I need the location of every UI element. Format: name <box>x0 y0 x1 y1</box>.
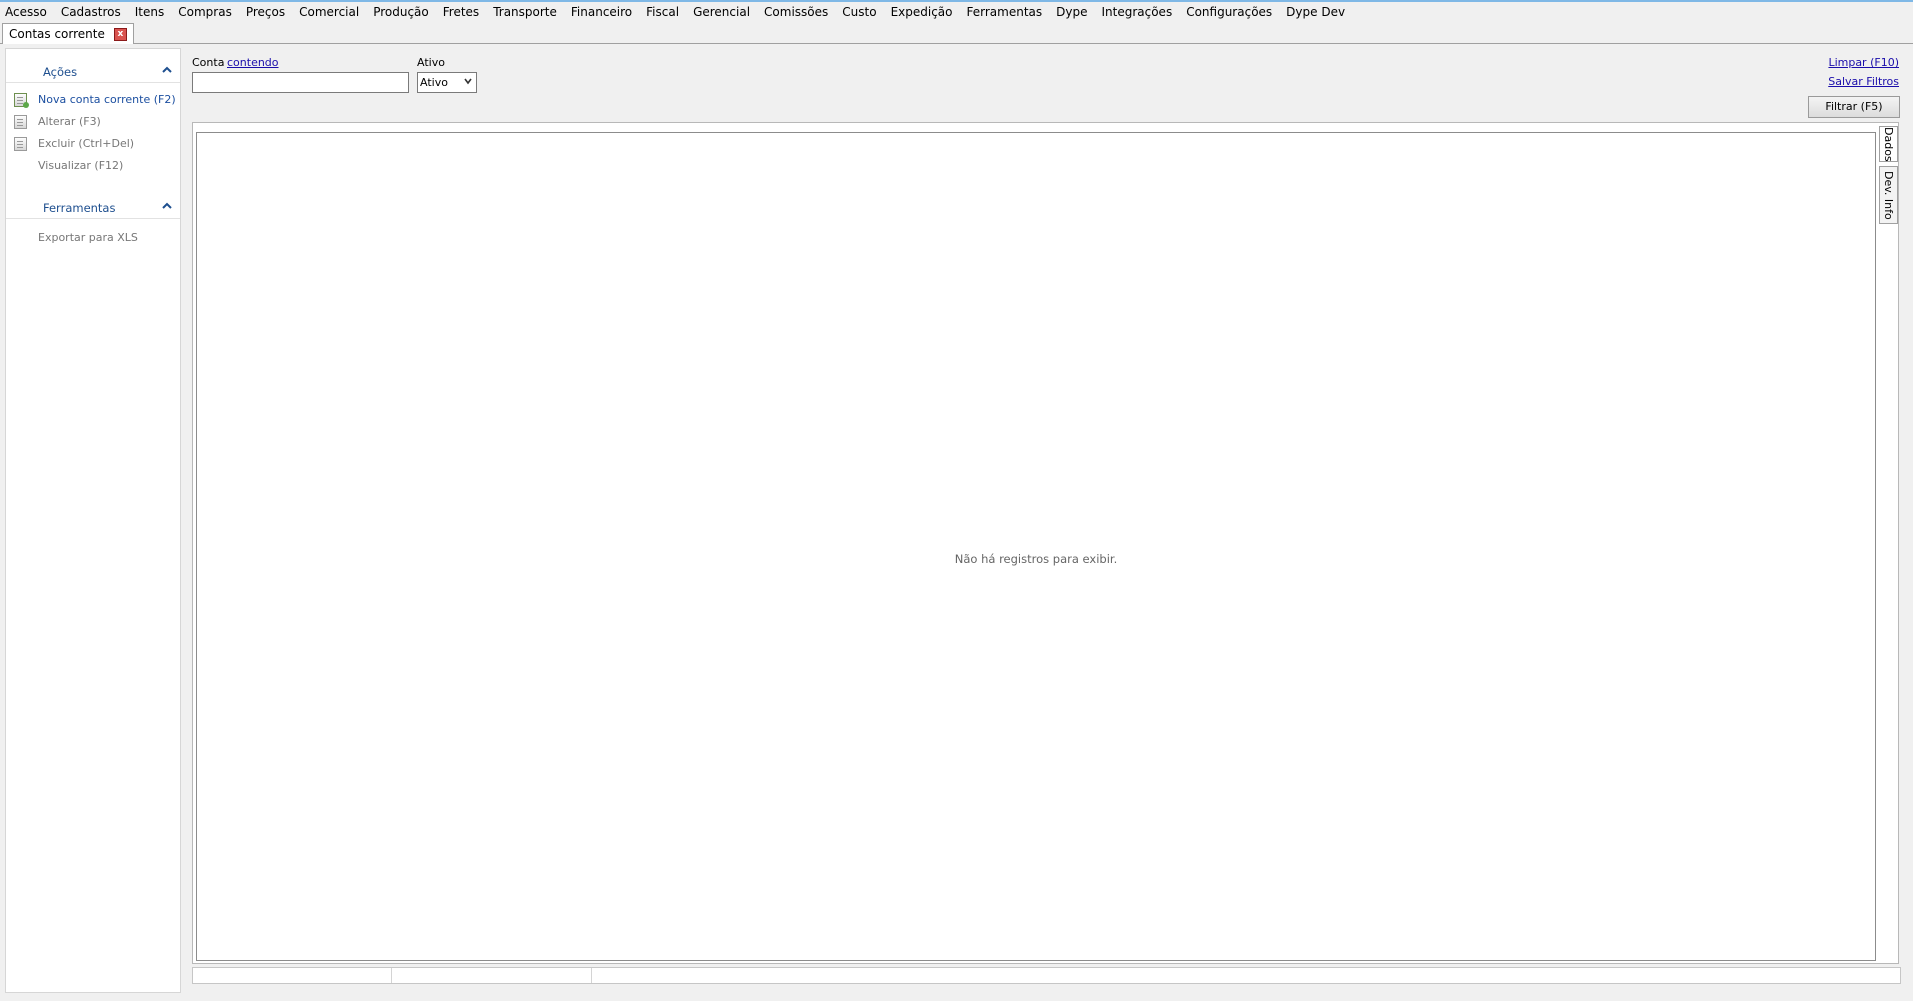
chevron-up-icon[interactable] <box>160 200 174 214</box>
menu-acesso[interactable]: Acesso <box>0 2 52 22</box>
ativo-label: Ativo <box>417 56 445 69</box>
delete-document-icon <box>14 137 27 151</box>
status-cell <box>392 968 592 983</box>
menu-compras[interactable]: Compras <box>173 2 237 22</box>
new-document-icon <box>14 93 29 108</box>
menu-producao[interactable]: Produção <box>368 2 434 22</box>
menu-custo[interactable]: Custo <box>837 2 881 22</box>
section-acoes-header[interactable]: Ações <box>6 59 180 83</box>
view-action[interactable]: Visualizar (F12) <box>6 155 180 177</box>
section-acoes-title: Ações <box>43 65 78 79</box>
document-tab-strip: Contas corrente x <box>0 22 1913 44</box>
edit-document-icon <box>14 115 27 129</box>
menu-fiscal[interactable]: Fiscal <box>641 2 684 22</box>
section-ferramentas-title: Ferramentas <box>43 201 116 215</box>
clear-filters-link[interactable]: Limpar (F10) <box>1828 56 1899 69</box>
menu-ferramentas[interactable]: Ferramentas <box>962 2 1048 22</box>
status-bar <box>192 967 1901 984</box>
new-account-action[interactable]: Nova conta corrente (F2) <box>6 89 180 111</box>
menu-fretes[interactable]: Fretes <box>438 2 484 22</box>
conta-mode-link[interactable]: contendo <box>227 56 279 69</box>
status-cell <box>193 968 392 983</box>
save-filters-link[interactable]: Salvar Filtros <box>1828 75 1899 88</box>
edit-action[interactable]: Alterar (F3) <box>6 111 180 133</box>
filter-button[interactable]: Filtrar (F5) <box>1808 96 1900 118</box>
delete-action[interactable]: Excluir (Ctrl+Del) <box>6 133 180 155</box>
sidebar: Ações Nova conta corrente (F2) Alterar (… <box>5 48 181 993</box>
action-label: Excluir (Ctrl+Del) <box>38 137 135 150</box>
data-grid-panel: Não há registros para exibir. Dados Dev.… <box>192 122 1899 964</box>
menu-precos[interactable]: Preços <box>241 2 290 22</box>
tab-contas-corrente[interactable]: Contas corrente x <box>2 23 134 44</box>
tab-dev-info-label: Dev. Info <box>1882 170 1895 220</box>
empty-grid-message: Não há registros para exibir. <box>954 552 1118 566</box>
menu-integracoes[interactable]: Integrações <box>1096 2 1177 22</box>
menu-gerencial[interactable]: Gerencial <box>688 2 755 22</box>
menu-comercial[interactable]: Comercial <box>294 2 364 22</box>
divider <box>6 82 180 83</box>
chevron-up-icon[interactable] <box>160 64 174 78</box>
menu-expedicao[interactable]: Expedição <box>886 2 958 22</box>
action-label: Nova conta corrente (F2) <box>38 93 176 106</box>
divider <box>6 218 180 219</box>
filter-links: Limpar (F10) Salvar Filtros <box>1828 56 1899 94</box>
section-ferramentas-header[interactable]: Ferramentas <box>6 195 180 219</box>
action-label: Alterar (F3) <box>38 115 101 128</box>
tab-dev-info[interactable]: Dev. Info <box>1879 166 1898 224</box>
tab-dados-label: Dados <box>1882 126 1895 162</box>
menu-bar: Acesso Cadastros Itens Compras Preços Co… <box>0 2 1913 22</box>
ativo-selected-value: Ativo <box>420 76 448 89</box>
menu-configuracoes[interactable]: Configurações <box>1181 2 1277 22</box>
action-label: Visualizar (F12) <box>38 159 124 172</box>
ativo-select[interactable]: Ativo <box>417 72 477 93</box>
menu-dype-dev[interactable]: Dype Dev <box>1281 2 1350 22</box>
tab-dados[interactable]: Dados <box>1879 126 1898 162</box>
data-grid[interactable]: Não há registros para exibir. <box>196 132 1876 961</box>
export-xls-action[interactable]: Exportar para XLS <box>6 227 180 249</box>
close-icon[interactable]: x <box>113 27 127 41</box>
chevron-down-icon <box>463 74 473 93</box>
action-label: Exportar para XLS <box>38 231 138 244</box>
menu-itens[interactable]: Itens <box>130 2 169 22</box>
menu-dype[interactable]: Dype <box>1051 2 1092 22</box>
conta-label: Conta <box>192 56 225 69</box>
conta-input[interactable] <box>192 72 409 93</box>
menu-transporte[interactable]: Transporte <box>488 2 562 22</box>
menu-cadastros[interactable]: Cadastros <box>56 2 126 22</box>
menu-comissoes[interactable]: Comissões <box>759 2 833 22</box>
menu-financeiro[interactable]: Financeiro <box>566 2 637 22</box>
tab-label: Contas corrente <box>9 27 105 41</box>
